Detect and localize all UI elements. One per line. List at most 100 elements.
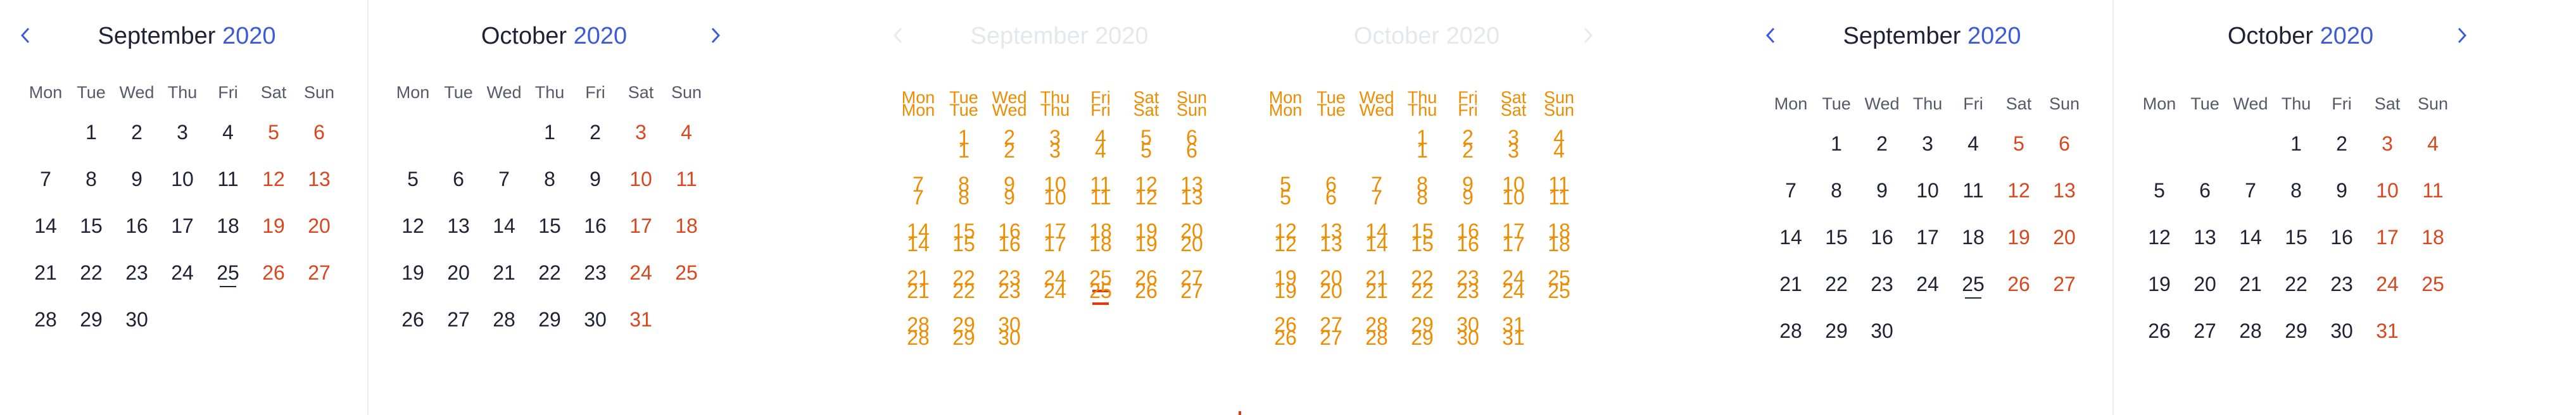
- day-cell[interactable]: 15: [527, 202, 572, 249]
- day-cell[interactable]: 6: [436, 156, 481, 202]
- day-cell[interactable]: 10: [2364, 167, 2410, 214]
- day-cell[interactable]: 14: [1768, 214, 1814, 261]
- day-cell[interactable]: 28: [23, 296, 68, 343]
- day-cell[interactable]: 10: [160, 156, 205, 202]
- day-cell[interactable]: 19: [390, 249, 436, 296]
- day-cell[interactable]: 15: [68, 202, 114, 249]
- day-cell[interactable]: 3: [2364, 120, 2410, 167]
- day-cell[interactable]: 4: [205, 109, 251, 156]
- day-cell[interactable]: 21: [2228, 261, 2273, 307]
- day-cell[interactable]: 14: [23, 202, 68, 249]
- day-cell[interactable]: 2: [572, 109, 618, 156]
- day-cell[interactable]: 6: [2042, 120, 2087, 167]
- day-cell[interactable]: 14: [481, 202, 527, 249]
- day-cell[interactable]: 30: [114, 296, 160, 343]
- day-cell[interactable]: 27: [296, 249, 342, 296]
- day-cell[interactable]: 27: [2042, 261, 2087, 307]
- day-cell[interactable]: 27: [2182, 307, 2228, 354]
- day-cell[interactable]: 17: [618, 202, 664, 249]
- day-cell[interactable]: 24: [1905, 261, 1950, 307]
- day-cell[interactable]: 10: [618, 156, 664, 202]
- day-cell[interactable]: 25: [664, 249, 709, 296]
- day-cell[interactable]: 7: [23, 156, 68, 202]
- day-cell[interactable]: 29: [68, 296, 114, 343]
- day-cell[interactable]: 13: [2042, 167, 2087, 214]
- day-cell[interactable]: 21: [1768, 261, 1814, 307]
- day-cell[interactable]: 5: [2137, 167, 2182, 214]
- day-cell[interactable]: 7: [2228, 167, 2273, 214]
- day-cell[interactable]: 14: [2228, 214, 2273, 261]
- day-cell[interactable]: 2: [1859, 120, 1905, 167]
- day-cell[interactable]: 2: [2319, 120, 2364, 167]
- day-cell[interactable]: 11: [1950, 167, 1996, 214]
- day-cell[interactable]: 19: [2137, 261, 2182, 307]
- day-cell[interactable]: 23: [1859, 261, 1905, 307]
- day-cell[interactable]: 27: [436, 296, 481, 343]
- day-cell[interactable]: 23: [2319, 261, 2364, 307]
- day-cell[interactable]: 4: [2410, 120, 2456, 167]
- day-cell[interactable]: 30: [1859, 307, 1905, 354]
- day-cell[interactable]: 18: [205, 202, 251, 249]
- day-cell[interactable]: 13: [296, 156, 342, 202]
- day-cell[interactable]: 10: [1905, 167, 1950, 214]
- day-cell[interactable]: 31: [618, 296, 664, 343]
- day-cell[interactable]: 20: [436, 249, 481, 296]
- day-cell[interactable]: 31: [2364, 307, 2410, 354]
- day-cell[interactable]: 21: [23, 249, 68, 296]
- next-month-button[interactable]: [1575, 22, 1601, 49]
- day-cell[interactable]: 8: [68, 156, 114, 202]
- day-cell[interactable]: 22: [1814, 261, 1859, 307]
- day-cell[interactable]: 29: [1814, 307, 1859, 354]
- day-cell[interactable]: 24: [618, 249, 664, 296]
- next-month-button[interactable]: [703, 22, 728, 49]
- day-cell[interactable]: 24: [2364, 261, 2410, 307]
- day-cell[interactable]: 2: [114, 109, 160, 156]
- day-cell[interactable]: 1: [68, 109, 114, 156]
- day-cell[interactable]: 16: [2319, 214, 2364, 261]
- day-cell[interactable]: 8: [1814, 167, 1859, 214]
- day-cell[interactable]: 20: [2042, 214, 2087, 261]
- day-cell[interactable]: 3: [160, 109, 205, 156]
- day-cell[interactable]: 7: [481, 156, 527, 202]
- day-cell[interactable]: 28: [481, 296, 527, 343]
- day-cell[interactable]: 13: [436, 202, 481, 249]
- day-cell[interactable]: 17: [1905, 214, 1950, 261]
- day-cell[interactable]: 30: [2319, 307, 2364, 354]
- day-cell[interactable]: 17: [160, 202, 205, 249]
- day-cell[interactable]: 9: [572, 156, 618, 202]
- day-cell[interactable]: 8: [527, 156, 572, 202]
- day-cell[interactable]: 24: [160, 249, 205, 296]
- day-cell[interactable]: 25: [1950, 261, 1996, 307]
- day-cell[interactable]: 23: [572, 249, 618, 296]
- day-cell[interactable]: 21: [481, 249, 527, 296]
- day-cell[interactable]: 23: [114, 249, 160, 296]
- day-cell[interactable]: 26: [2137, 307, 2182, 354]
- day-cell[interactable]: 6: [296, 109, 342, 156]
- day-cell[interactable]: 17: [2364, 214, 2410, 261]
- day-cell[interactable]: 1: [527, 109, 572, 156]
- day-cell[interactable]: 18: [1950, 214, 1996, 261]
- day-cell[interactable]: 26: [390, 296, 436, 343]
- day-cell[interactable]: 19: [1996, 214, 2042, 261]
- day-cell[interactable]: 3: [618, 109, 664, 156]
- day-cell[interactable]: 28: [1768, 307, 1814, 354]
- day-cell[interactable]: 9: [1859, 167, 1905, 214]
- day-cell[interactable]: 18: [2410, 214, 2456, 261]
- day-cell[interactable]: 29: [2273, 307, 2319, 354]
- day-cell[interactable]: 25: [205, 249, 251, 296]
- day-cell[interactable]: 4: [1950, 120, 1996, 167]
- day-cell[interactable]: 5: [1996, 120, 2042, 167]
- day-cell[interactable]: 19: [251, 202, 296, 249]
- day-cell[interactable]: 15: [1814, 214, 1859, 261]
- day-cell[interactable]: 12: [2137, 214, 2182, 261]
- day-cell[interactable]: 22: [527, 249, 572, 296]
- day-cell[interactable]: 25: [2410, 261, 2456, 307]
- day-cell[interactable]: 15: [2273, 214, 2319, 261]
- day-cell[interactable]: 11: [664, 156, 709, 202]
- day-cell[interactable]: 26: [251, 249, 296, 296]
- day-cell[interactable]: 26: [1996, 261, 2042, 307]
- day-cell[interactable]: 20: [296, 202, 342, 249]
- day-cell[interactable]: 16: [1859, 214, 1905, 261]
- day-cell[interactable]: 29: [527, 296, 572, 343]
- day-cell[interactable]: 28: [2228, 307, 2273, 354]
